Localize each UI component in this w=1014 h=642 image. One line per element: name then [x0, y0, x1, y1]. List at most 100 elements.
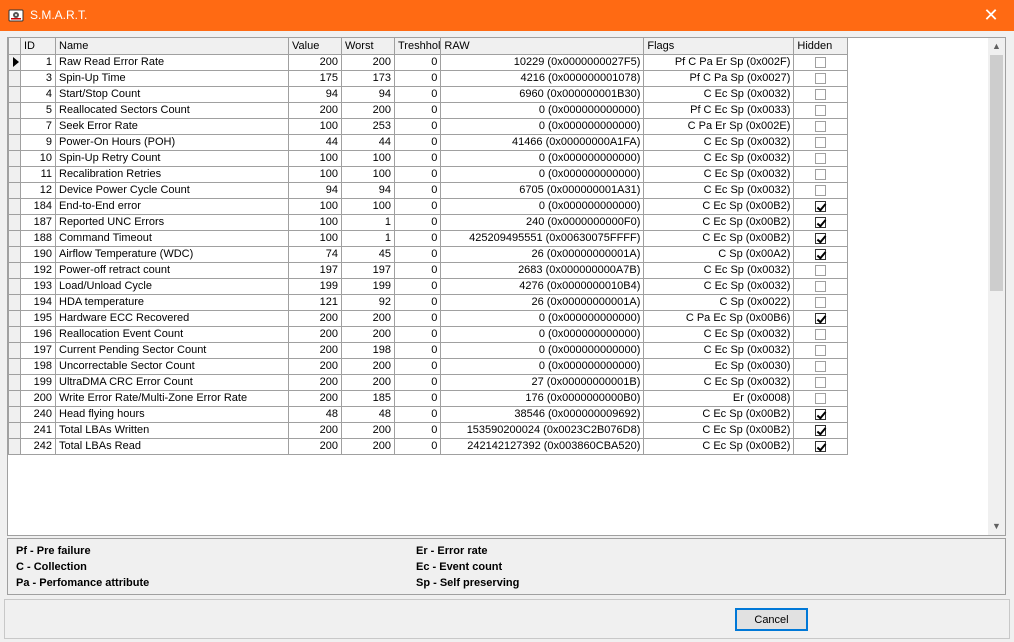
row-selector[interactable]: [8, 181, 21, 199]
hidden-checkbox[interactable]: [815, 264, 827, 276]
table-row[interactable]: 240 Head flying hours 48 48 0 38546 (0x000000…: [8, 405, 849, 423]
table-row[interactable]: 3 Spin-Up Time 175 173 0 4216 (0x000000001078…: [8, 69, 849, 87]
hidden-checkbox[interactable]: [815, 408, 827, 420]
hidden-checkbox[interactable]: [815, 280, 827, 292]
smart-attributes-table[interactable]: ID Name Value Worst Treshhol RAW Flags H…: [7, 37, 1006, 536]
column-header-hidden[interactable]: Hidden: [793, 38, 849, 55]
hidden-checkbox[interactable]: [815, 248, 827, 260]
hidden-checkbox[interactable]: [815, 360, 827, 372]
cell-value: 94: [288, 181, 342, 199]
cell-hidden: [793, 69, 849, 87]
row-selector[interactable]: [8, 277, 21, 295]
table-row[interactable]: 11 Recalibration Retries 100 100 0 0 (0x00000…: [8, 165, 849, 183]
row-selector[interactable]: [8, 309, 21, 327]
hidden-checkbox[interactable]: [815, 312, 827, 324]
hidden-checkbox[interactable]: [815, 424, 827, 436]
row-selector[interactable]: [8, 437, 21, 455]
column-header-name[interactable]: Name: [55, 38, 289, 55]
table-row[interactable]: 241 Total LBAs Written 200 200 0 153590200024…: [8, 421, 849, 439]
hidden-checkbox[interactable]: [815, 296, 827, 308]
scroll-thumb[interactable]: [990, 55, 1003, 291]
cell-worst: 198: [341, 341, 395, 359]
column-header-value[interactable]: Value: [288, 38, 342, 55]
row-selector[interactable]: [8, 85, 21, 103]
hidden-checkbox[interactable]: [815, 184, 827, 196]
row-selector[interactable]: [8, 133, 21, 151]
vertical-scrollbar[interactable]: ▲ ▼: [988, 38, 1005, 535]
table-row[interactable]: 196 Reallocation Event Count 200 200 0 0 (0x0…: [8, 325, 849, 343]
column-header-id[interactable]: ID: [20, 38, 56, 55]
table-row[interactable]: 184 End-to-End error 100 100 0 0 (0x000000000…: [8, 197, 849, 215]
table-row[interactable]: 7 Seek Error Rate 100 253 0 0 (0x000000000000…: [8, 117, 849, 135]
row-selector[interactable]: [8, 357, 21, 375]
row-selector[interactable]: [8, 325, 21, 343]
column-header-flags[interactable]: Flags: [643, 38, 795, 55]
hidden-checkbox[interactable]: [815, 328, 827, 340]
table-row[interactable]: 187 Reported UNC Errors 100 1 0 240 (0x000000…: [8, 213, 849, 231]
column-header-threshold[interactable]: Treshhol: [393, 38, 442, 55]
row-selector[interactable]: [8, 261, 21, 279]
hidden-checkbox[interactable]: [815, 440, 827, 452]
row-selector[interactable]: [8, 373, 21, 391]
table-row[interactable]: 195 Hardware ECC Recovered 200 200 0 0 (0x000…: [8, 309, 849, 327]
table-row[interactable]: 194 HDA temperature 121 92 0 26 (0x0000000000…: [8, 293, 849, 311]
hidden-checkbox[interactable]: [815, 152, 827, 164]
table-row[interactable]: 188 Command Timeout 100 1 0 425209495551 (0x0…: [8, 229, 849, 247]
hidden-checkbox[interactable]: [815, 104, 827, 116]
column-header-worst[interactable]: Worst: [341, 38, 395, 55]
hidden-checkbox[interactable]: [815, 56, 827, 68]
row-selector[interactable]: [8, 421, 21, 439]
table-row[interactable]: 192 Power-off retract count 197 197 0 2683 (0…: [8, 261, 849, 279]
cancel-button[interactable]: Cancel: [735, 608, 808, 631]
table-row[interactable]: 193 Load/Unload Cycle 199 199 0 4276 (0x00000…: [8, 277, 849, 295]
cell-raw: 153590200024 (0x0023C2B076D8): [440, 421, 645, 439]
cell-flags: C Sp (0x00A2): [643, 245, 795, 263]
column-header-raw[interactable]: RAW: [440, 38, 645, 55]
row-selector[interactable]: [8, 197, 21, 215]
hidden-checkbox[interactable]: [815, 136, 827, 148]
hidden-checkbox[interactable]: [815, 88, 827, 100]
table-row[interactable]: 242 Total LBAs Read 200 200 0 242142127392 (0…: [8, 437, 849, 455]
cell-name: Reallocation Event Count: [55, 325, 289, 343]
table-row[interactable]: 10 Spin-Up Retry Count 100 100 0 0 (0x0000000…: [8, 149, 849, 167]
table-row[interactable]: 200 Write Error Rate/Multi-Zone Error Rat…: [8, 389, 849, 407]
hidden-checkbox[interactable]: [815, 376, 827, 388]
hidden-checkbox[interactable]: [815, 232, 827, 244]
hidden-checkbox[interactable]: [815, 120, 827, 132]
table-row[interactable]: 9 Power-On Hours (POH) 44 44 0 41466 (0x00000…: [8, 133, 849, 151]
hidden-checkbox[interactable]: [815, 392, 827, 404]
row-selector[interactable]: [8, 101, 21, 119]
row-selector[interactable]: [8, 213, 21, 231]
table-row[interactable]: 12 Device Power Cycle Count 94 94 0 6705 (0x0…: [8, 181, 849, 199]
row-selector[interactable]: [8, 245, 21, 263]
table-row[interactable]: 4 Start/Stop Count 94 94 0 6960 (0x000000001B…: [8, 85, 849, 103]
hidden-checkbox[interactable]: [815, 200, 827, 212]
row-selector[interactable]: [8, 149, 21, 167]
row-selector[interactable]: [8, 53, 21, 71]
row-selector[interactable]: [8, 389, 21, 407]
hidden-checkbox[interactable]: [815, 72, 827, 84]
cell-id: 242: [20, 437, 56, 455]
row-selector[interactable]: [8, 117, 21, 135]
row-selector[interactable]: [8, 165, 21, 183]
close-button[interactable]: ✕: [968, 0, 1014, 31]
row-selector[interactable]: [8, 405, 21, 423]
scroll-down-arrow-icon[interactable]: ▼: [988, 518, 1005, 535]
scroll-up-arrow-icon[interactable]: ▲: [988, 38, 1005, 55]
hidden-checkbox[interactable]: [815, 168, 827, 180]
table-row[interactable]: 199 UltraDMA CRC Error Count 200 200 0 27 (0x…: [8, 373, 849, 391]
row-selector[interactable]: [8, 293, 21, 311]
row-selector[interactable]: [8, 229, 21, 247]
cell-raw: 0 (0x000000000000): [440, 117, 645, 135]
table-row[interactable]: 5 Reallocated Sectors Count 200 200 0 0 (0x00…: [8, 101, 849, 119]
hidden-checkbox[interactable]: [815, 344, 827, 356]
hidden-checkbox[interactable]: [815, 216, 827, 228]
table-row[interactable]: 190 Airflow Temperature (WDC) 74 45 0 26 (0x0…: [8, 245, 849, 263]
title-bar: S.M.A.R.T. ✕: [0, 0, 1014, 31]
cell-worst: 173: [341, 69, 395, 87]
row-selector[interactable]: [8, 69, 21, 87]
table-row[interactable]: 197 Current Pending Sector Count 200 198 0 0 …: [8, 341, 849, 359]
row-selector[interactable]: [8, 341, 21, 359]
table-row[interactable]: 1 Raw Read Error Rate 200 200 0 10229 (0x0000…: [8, 53, 849, 71]
table-row[interactable]: 198 Uncorrectable Sector Count 200 200 0 0 (0…: [8, 357, 849, 375]
